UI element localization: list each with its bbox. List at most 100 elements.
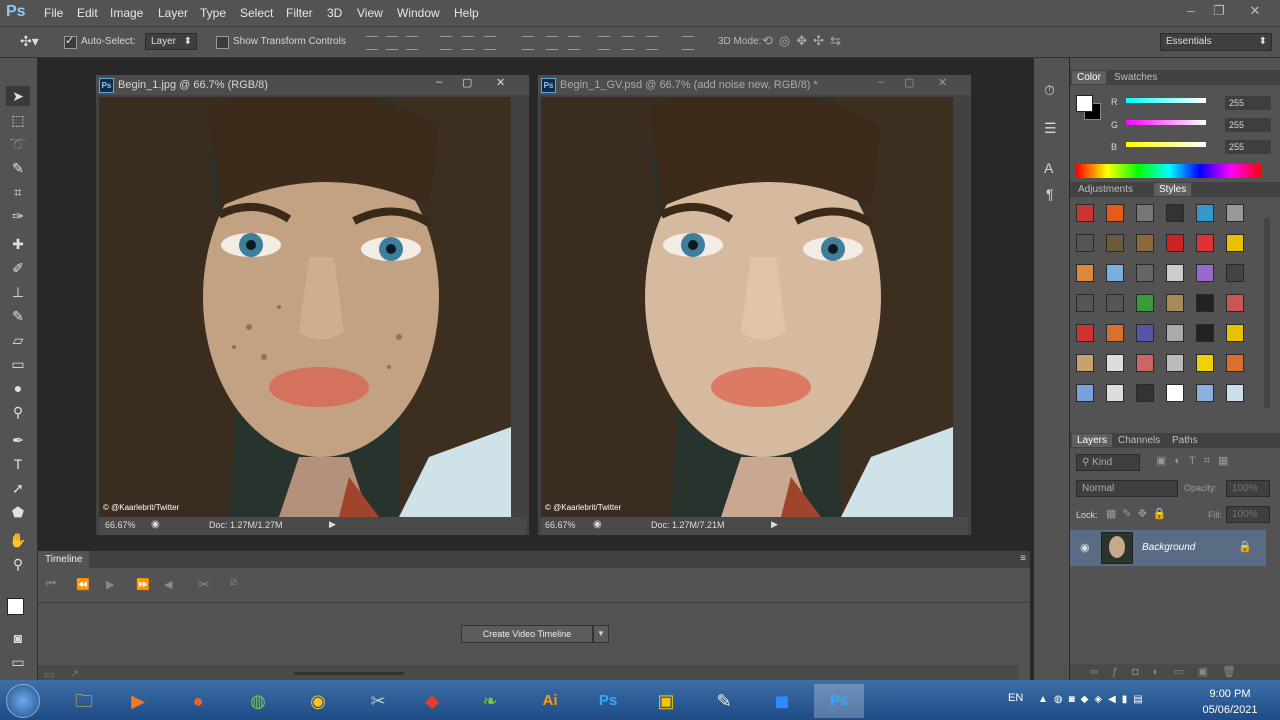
type-tool-icon[interactable]: T [6,454,30,474]
menu-window[interactable]: Window [397,6,440,20]
opacity-field[interactable]: 100% [1226,480,1270,497]
menu-image[interactable]: Image [110,6,143,20]
document-window-original[interactable]: Ps Begin_1.jpg @ 66.7% (RGB/8) – ▢ ✕ © @… [95,74,530,536]
foreground-color-swatch[interactable] [1076,95,1093,112]
align-left-icon[interactable] [440,36,452,50]
media-player-icon[interactable]: ▶ [116,684,160,718]
style-swatch[interactable] [1226,384,1244,402]
clock-date[interactable]: 05/06/2021 [1198,704,1262,716]
gradient-tool-icon[interactable]: ▭ [6,354,30,374]
align-hcenter-icon[interactable] [462,36,474,50]
style-swatch[interactable] [1106,264,1124,282]
auto-select-dropdown[interactable]: Layer ⬍ [145,33,197,50]
properties-icon[interactable]: ☰ [1044,120,1057,137]
distribute-left-icon[interactable] [598,36,610,50]
fill-field[interactable]: 100% [1226,506,1270,523]
distribute-hcenter-icon[interactable] [622,36,634,50]
clock-time[interactable]: 9:00 PM [1200,688,1260,700]
tab-channels[interactable]: Channels [1118,435,1160,446]
document-title-bar[interactable]: Ps Begin_1.jpg @ 66.7% (RGB/8) – ▢ ✕ [96,75,529,95]
style-swatch[interactable] [1106,204,1124,222]
style-swatch[interactable] [1196,234,1214,252]
tab-paths[interactable]: Paths [1172,435,1198,446]
align-top-icon[interactable] [366,36,378,50]
document-title-bar[interactable]: Ps Begin_1_GV.psd @ 66.7% (add noise new… [538,75,971,95]
healing-brush-tool-icon[interactable]: ✚ [6,234,30,254]
audio-icon[interactable]: ◀ [164,578,172,591]
layer-row-background[interactable]: ◉ Background 🔒 [1070,530,1266,566]
minimize-icon[interactable]: – [1180,3,1202,21]
style-swatch[interactable] [1226,354,1244,372]
move-tool-icon[interactable]: ➤ [6,86,30,106]
style-swatch[interactable] [1196,354,1214,372]
distribute-vcenter-icon[interactable] [546,36,558,50]
style-swatch[interactable] [1196,384,1214,402]
status-menu-arrow-icon[interactable]: ▶ [329,519,336,530]
auto-align-icon[interactable] [682,36,694,50]
style-swatch[interactable] [1076,324,1094,342]
create-video-timeline-button[interactable]: Create Video Timeline [461,625,593,643]
first-frame-icon[interactable]: ⏮ [46,578,56,591]
style-swatch[interactable] [1166,264,1184,282]
restore-icon[interactable]: ▢ [904,76,914,89]
distribute-bottom-icon[interactable] [568,36,580,50]
style-swatch[interactable] [1166,384,1184,402]
transition-icon[interactable]: ⧄ [230,576,237,589]
menu-file[interactable]: File [44,6,63,20]
minimize-icon[interactable]: – [436,76,442,88]
app-green-icon[interactable]: ◍ [236,684,280,718]
app-yellow-icon[interactable]: ▣ [644,684,688,718]
style-swatch[interactable] [1076,264,1094,282]
align-bottom-icon[interactable] [406,36,418,50]
history-icon[interactable]: ⏱ [1044,82,1055,99]
app-tool-icon[interactable]: ✎ [702,684,746,718]
style-swatch[interactable] [1196,294,1214,312]
style-swatch[interactable] [1226,294,1244,312]
eyedropper-tool-icon[interactable]: ✑ [6,206,30,226]
style-swatch[interactable] [1166,204,1184,222]
file-explorer-icon[interactable]: 🗀 [62,684,106,718]
style-swatch[interactable] [1226,234,1244,252]
chevron-down-icon[interactable]: ▼ [593,625,609,643]
play-icon[interactable]: ▶ [106,578,114,591]
path-select-tool-icon[interactable]: ➚ [6,478,30,498]
layer-filter-kind[interactable]: ⚲ Kind [1076,454,1140,471]
chrome-icon[interactable]: ◉ [296,684,340,718]
style-swatch[interactable] [1106,354,1124,372]
tab-styles[interactable]: Styles [1154,183,1192,196]
firefox-icon[interactable]: ● [176,684,220,718]
shape-tool-icon[interactable]: ⬟ [6,502,30,522]
style-swatch[interactable] [1106,234,1124,252]
align-right-icon[interactable] [484,36,496,50]
tab-swatches[interactable]: Swatches [1114,72,1157,83]
b-value-field[interactable]: 255 [1225,140,1271,154]
auto-select-checkbox[interactable]: ✓ [64,35,77,49]
tab-layers[interactable]: Layers [1072,434,1113,447]
distribute-top-icon[interactable] [522,36,534,50]
styles-scrollbar[interactable] [1264,218,1270,408]
layer-action-icons[interactable]: ∞ƒ◘◐▭▣🗑 [1090,665,1250,678]
next-frame-icon[interactable]: ⏩ [136,578,150,591]
restore-icon[interactable]: ▢ [462,76,472,89]
quick-select-tool-icon[interactable]: ✎ [6,158,30,178]
workspace-dropdown[interactable]: Essentials ⬍ [1160,33,1272,51]
convert-icon[interactable]: ↗ [70,667,79,680]
g-value-field[interactable]: 255 [1225,118,1271,132]
menu-type[interactable]: Type [200,6,226,20]
menu-select[interactable]: Select [240,6,273,20]
style-swatch[interactable] [1076,234,1094,252]
scissors-icon[interactable]: ✂ [198,576,210,593]
illustrator-icon[interactable]: Ai [528,684,572,718]
snipping-tool-icon[interactable]: ✂ [356,684,400,718]
style-swatch[interactable] [1136,204,1154,222]
style-swatch[interactable] [1106,384,1124,402]
document-window-edited[interactable]: Ps Begin_1_GV.psd @ 66.7% (add noise new… [537,74,972,536]
character-icon[interactable]: A [1044,160,1053,176]
show-transform-checkbox[interactable] [216,36,229,49]
status-menu-arrow-icon[interactable]: ▶ [771,519,778,530]
close-icon[interactable]: ✕ [938,76,947,89]
visibility-eye-icon[interactable]: ◉ [1080,541,1090,554]
eraser-tool-icon[interactable]: ▱ [6,330,30,350]
zoom-app-icon[interactable]: ◼ [760,684,804,718]
app-leaf-icon[interactable]: ❧ [468,684,512,718]
